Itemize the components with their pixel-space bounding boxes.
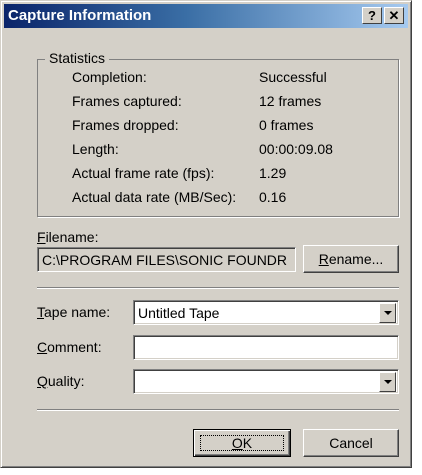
filename-value: C:\PROGRAM FILES\SONIC FOUNDR xyxy=(42,252,288,268)
frame-rate-value: 1.29 xyxy=(259,165,287,181)
frames-captured-label: Frames captured: xyxy=(72,93,182,109)
quality-label: Quality: xyxy=(37,373,85,389)
data-rate-label: Actual data rate (MB/Sec): xyxy=(72,189,237,205)
cancel-button[interactable]: Cancel xyxy=(303,429,399,457)
data-rate-value: 0.16 xyxy=(259,189,287,205)
frames-dropped-label: Frames dropped: xyxy=(72,117,179,133)
length-value: 00:00:09.08 xyxy=(259,141,333,157)
completion-label: Completion: xyxy=(72,69,147,85)
comment-input[interactable] xyxy=(133,335,399,360)
frames-captured-value: 12 frames xyxy=(259,93,322,109)
divider xyxy=(37,287,399,289)
filename-label: Filename: xyxy=(37,229,99,245)
close-icon: ✕ xyxy=(388,8,400,23)
ok-button[interactable]: OK xyxy=(193,429,291,457)
frame-rate-label: Actual frame rate (fps): xyxy=(72,165,215,181)
close-button[interactable]: ✕ xyxy=(384,7,404,24)
comment-label: Comment: xyxy=(37,339,102,355)
tape-name-value: Untitled Tape xyxy=(138,305,220,321)
statistics-legend: Statistics xyxy=(45,49,110,67)
focus-rectangle xyxy=(200,435,284,451)
tape-name-dropdown[interactable]: Untitled Tape xyxy=(133,300,399,325)
divider xyxy=(37,409,399,411)
completion-value: Successful xyxy=(259,69,327,85)
tape-name-dropdown-button[interactable] xyxy=(379,303,396,323)
help-icon: ? xyxy=(368,8,376,23)
title-bar[interactable]: Capture Information ? ✕ xyxy=(4,4,408,28)
chevron-down-icon xyxy=(384,311,392,315)
chevron-down-icon xyxy=(384,380,392,384)
rename-button[interactable]: Rename... xyxy=(303,245,399,273)
filename-field: C:\PROGRAM FILES\SONIC FOUNDR xyxy=(37,247,296,272)
quality-dropdown[interactable] xyxy=(133,369,399,394)
quality-dropdown-button[interactable] xyxy=(379,372,396,392)
frames-dropped-value: 0 frames xyxy=(259,117,314,133)
length-label: Length: xyxy=(72,141,119,157)
dialog-title: Capture Information xyxy=(8,7,152,24)
tape-name-label: Tape name: xyxy=(37,304,111,320)
help-button[interactable]: ? xyxy=(362,7,382,24)
